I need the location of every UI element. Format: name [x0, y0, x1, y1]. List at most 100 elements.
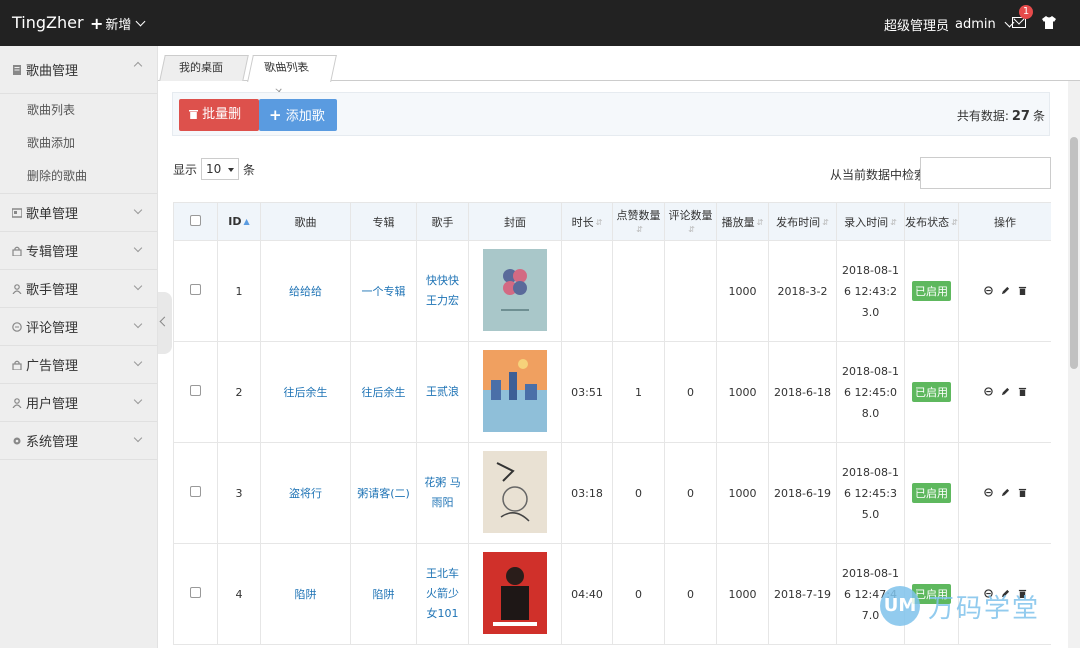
chevron-down-icon: [135, 16, 146, 27]
sidebar-group-playlists[interactable]: 歌单管理: [0, 194, 157, 232]
cell-plays: 1000: [716, 341, 769, 443]
cell-actions: [958, 341, 1051, 443]
sort-icon: ⇵: [890, 217, 897, 227]
cell-cover: [468, 341, 562, 443]
cell-plays: 1000: [716, 240, 769, 342]
header-duration[interactable]: 时长 ⇵: [561, 202, 613, 241]
page-size-select[interactable]: 10: [201, 158, 240, 180]
header-status[interactable]: 发布状态 ⇵: [904, 202, 959, 241]
cell-likes: 1: [612, 341, 665, 443]
table-row: 2 往后余生 往后余生 王贰浪 03:51 1 0 1000 2018-6-18 2018-08-…: [173, 341, 1051, 443]
chevron-down-icon: [133, 357, 143, 367]
sidebar-collapse-handle[interactable]: [158, 292, 172, 354]
header-label: 歌曲: [294, 215, 317, 229]
row-checkbox[interactable]: [190, 385, 201, 396]
app-logo[interactable]: TingZher: [12, 13, 84, 32]
tab-label: 歌曲列表: [263, 61, 310, 74]
delete-trash-icon[interactable]: [1018, 387, 1027, 396]
cell-album[interactable]: 陷阱: [350, 543, 417, 645]
edit-pencil-icon[interactable]: [1001, 488, 1010, 497]
status-badge[interactable]: 已启用: [912, 382, 951, 402]
disable-icon[interactable]: [983, 487, 993, 497]
tab-desktop[interactable]: 我的桌面: [159, 55, 249, 81]
sidebar-group-songs[interactable]: 歌曲管理: [0, 46, 157, 94]
cover-image: [483, 450, 547, 533]
edit-pencil-icon[interactable]: [1001, 387, 1010, 396]
search-input[interactable]: [920, 157, 1051, 189]
row-select-cell: [173, 240, 218, 342]
cell-cover: [468, 543, 562, 645]
header-comments[interactable]: 评论数量 ⇵: [664, 202, 717, 241]
cell-song[interactable]: 陷阱: [260, 543, 351, 645]
sidebar-item-song-list[interactable]: 歌曲列表: [0, 94, 157, 127]
sidebar-group-comments[interactable]: 评论管理: [0, 308, 157, 346]
sidebar-group-users[interactable]: 用户管理: [0, 384, 157, 422]
sidebar-group-label: 广告管理: [26, 359, 79, 374]
header-label: 发布时间: [776, 215, 821, 229]
chevron-down-icon: [133, 281, 143, 291]
sidebar-item-song-add[interactable]: 歌曲添加: [0, 127, 157, 160]
delete-trash-icon[interactable]: [1018, 286, 1027, 295]
batch-delete-button[interactable]: 批量删除: [179, 99, 259, 154]
total-prefix: 共有数据:: [956, 109, 1009, 123]
cell-status: 已启用: [904, 442, 959, 544]
header-song: 歌曲: [260, 202, 351, 241]
sidebar-group-label: 专辑管理: [26, 245, 79, 260]
header-label: 封面: [504, 215, 526, 229]
cell-likes: 0: [612, 442, 665, 544]
sidebar-group-system[interactable]: 系统管理: [0, 422, 157, 460]
unit-label: 条: [243, 162, 256, 177]
status-badge[interactable]: 已启用: [912, 281, 951, 301]
tab-song-list[interactable]: 歌曲列表×: [247, 55, 337, 98]
sidebar-group-ads[interactable]: 广告管理: [0, 346, 157, 384]
cell-cover: [468, 240, 562, 342]
cell-plays: 1000: [716, 543, 769, 645]
header-label: 时长: [571, 215, 594, 229]
disable-icon[interactable]: [983, 386, 993, 396]
page-scrollbar[interactable]: [1068, 81, 1080, 648]
row-checkbox[interactable]: [190, 587, 201, 598]
playlist-icon: [12, 207, 22, 218]
theme-shirt-icon[interactable]: [1042, 16, 1056, 29]
cell-singer[interactable]: 花粥 马雨阳: [416, 442, 469, 544]
disable-icon[interactable]: [983, 285, 993, 295]
cell-release: 2018-7-19: [768, 543, 837, 645]
cell-likes: 0: [612, 543, 665, 645]
edit-pencil-icon[interactable]: [1001, 286, 1010, 295]
row-checkbox[interactable]: [190, 486, 201, 497]
cell-singer[interactable]: 快快快 王力宏: [416, 240, 469, 342]
cell-album[interactable]: 粥请客(二): [350, 442, 417, 544]
sidebar-item-deleted-songs[interactable]: 删除的歌曲: [0, 160, 157, 193]
plus-icon: +: [269, 106, 282, 124]
sidebar-group-albums[interactable]: 专辑管理: [0, 232, 157, 270]
header-release[interactable]: 发布时间 ⇵: [768, 202, 837, 241]
add-new-menu[interactable]: + 新增: [90, 14, 146, 33]
chevron-up-icon: [133, 61, 143, 71]
sidebar-group-singers[interactable]: 歌手管理: [0, 270, 157, 308]
cell-singer[interactable]: 王北车 火箭少女101: [416, 543, 469, 645]
select-all-checkbox[interactable]: [190, 214, 201, 226]
add-song-button[interactable]: + 添加歌曲: [259, 99, 337, 156]
cell-song[interactable]: 盗将行: [260, 442, 351, 544]
notification-badge: 1: [1019, 5, 1033, 19]
user-menu[interactable]: 超级管理员 admin: [884, 15, 1015, 34]
cell-album[interactable]: 往后余生: [350, 341, 417, 443]
header-label: 录入时间: [844, 215, 889, 229]
header-entered[interactable]: 录入时间 ⇵: [836, 202, 905, 241]
scroll-thumb[interactable]: [1070, 137, 1078, 369]
cell-song[interactable]: 给给给: [260, 240, 351, 342]
cell-album[interactable]: 一个专辑: [350, 240, 417, 342]
cell-id: 3: [217, 442, 261, 544]
cell-plays: 1000: [716, 442, 769, 544]
header-likes[interactable]: 点赞数量 ⇵: [612, 202, 665, 241]
cell-song[interactable]: 往后余生: [260, 341, 351, 443]
header-id[interactable]: ID ▲: [217, 202, 261, 241]
status-badge[interactable]: 已启用: [912, 483, 951, 503]
cell-singer[interactable]: 王贰浪: [416, 341, 469, 443]
tab-bar: 我的桌面 歌曲列表×: [158, 46, 1080, 98]
delete-trash-icon[interactable]: [1018, 488, 1027, 497]
header-plays[interactable]: 播放量 ⇵: [716, 202, 769, 241]
row-checkbox[interactable]: [190, 284, 201, 295]
cell-id: 4: [217, 543, 261, 645]
total-number: 27: [1011, 109, 1030, 124]
